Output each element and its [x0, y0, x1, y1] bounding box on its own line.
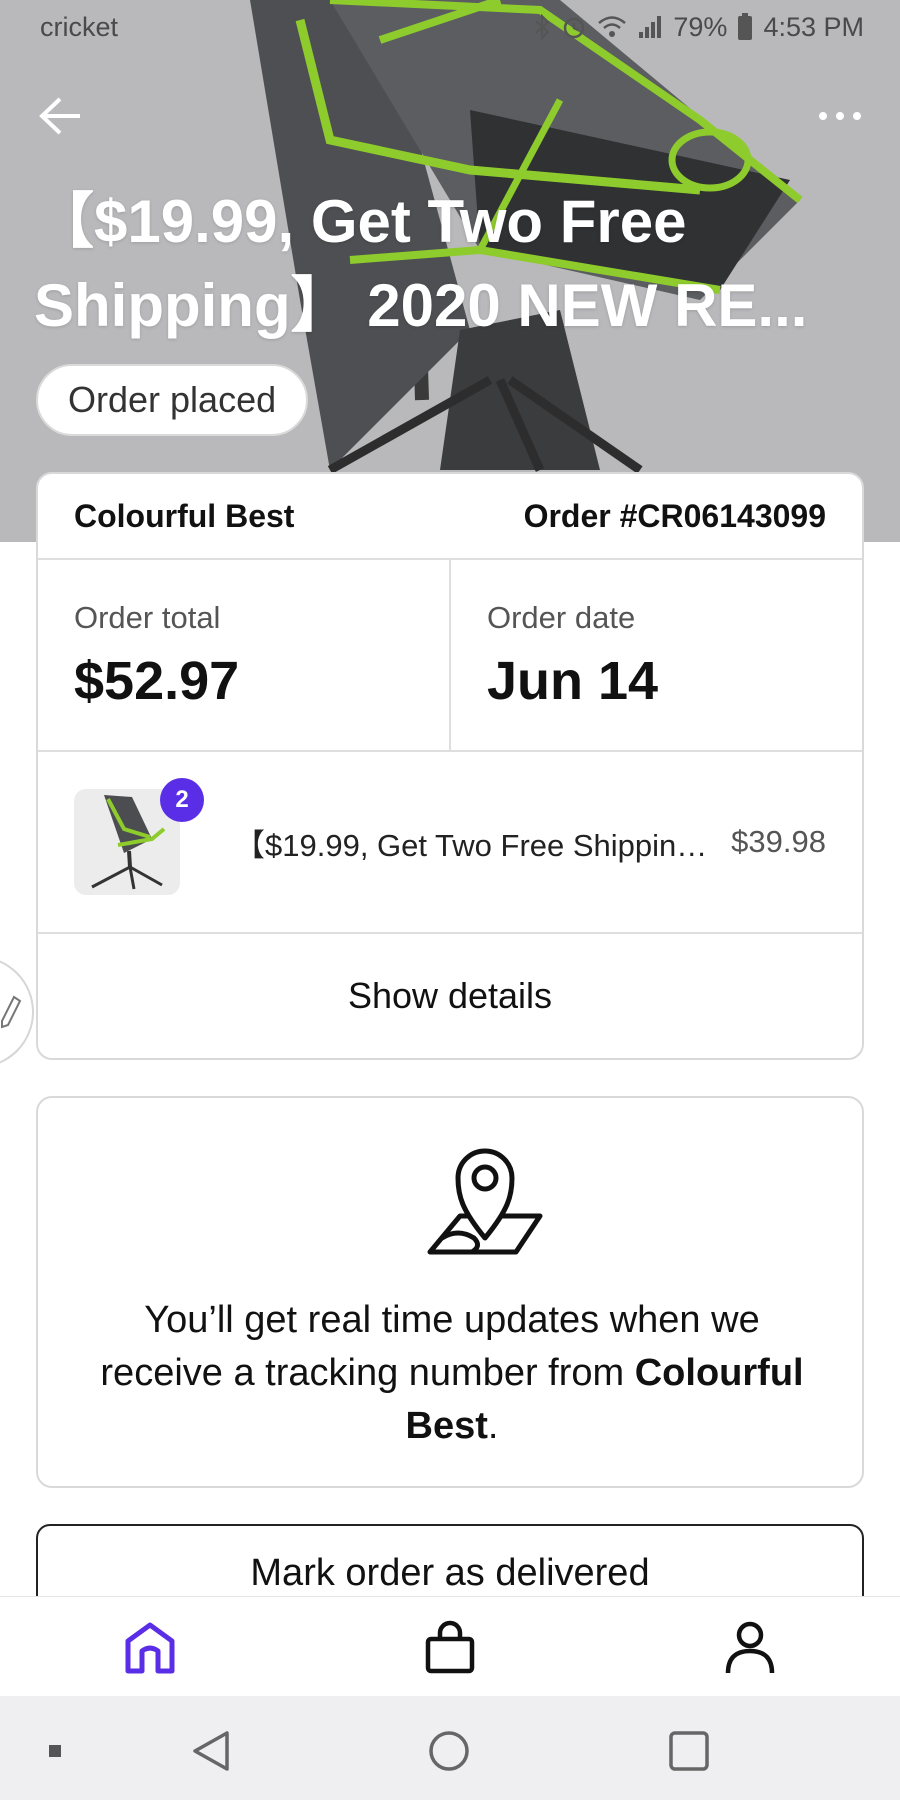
status-bar: cricket 79% 4:53 PM — [0, 0, 900, 54]
signal-icon — [639, 16, 662, 38]
bluetooth-icon — [535, 14, 550, 40]
triangle-back-icon — [193, 1731, 229, 1771]
tracking-message: You’ll get real time updates when we rec… — [78, 1294, 826, 1453]
order-total: Order total $52.97 — [38, 560, 449, 750]
nav-home[interactable] — [118, 1615, 182, 1679]
circle-home-icon — [429, 1731, 469, 1771]
more-options-button[interactable] — [810, 86, 870, 146]
order-status-badge: Order placed — [36, 364, 309, 436]
system-recents-button[interactable] — [664, 1726, 714, 1776]
order-total-label: Order total — [74, 600, 221, 635]
product-title-line-1: 【$19.99, Get Two Free — [34, 188, 687, 255]
battery-icon — [738, 13, 753, 40]
nav-profile[interactable] — [718, 1615, 782, 1679]
battery-percent: 79% — [673, 11, 728, 42]
home-icon — [125, 1622, 175, 1674]
alarm-icon — [564, 17, 585, 39]
tracking-message-end: . — [487, 1405, 499, 1447]
order-total-value: $52.97 — [74, 651, 240, 711]
square-dot-icon — [49, 1745, 61, 1757]
map-pin-icon — [427, 1148, 543, 1255]
tracking-info-card: You’ll get real time updates when we rec… — [36, 1096, 864, 1488]
order-line-item[interactable]: 2 【$19.99, Get Two Free Shipping】 2020 N… — [38, 752, 862, 934]
system-navigation-bar — [0, 1696, 900, 1800]
bag-icon — [425, 1620, 475, 1674]
store-name: Colourful Best — [74, 497, 295, 534]
clock: 4:53 PM — [763, 11, 864, 42]
order-date-value: Jun 14 — [487, 651, 659, 711]
order-date: Order date Jun 14 — [449, 560, 862, 750]
edge-panel-handle[interactable] — [0, 956, 34, 1068]
order-summary-card: Colourful Best Order #CR06143099 Order t… — [36, 472, 864, 1060]
product-title: 【$19.99, Get Two Free Shipping】 2020 NEW… — [34, 180, 874, 348]
top-app-bar — [0, 80, 900, 150]
item-name: 【$19.99, Get Two Free Shipping】 2020 NEW… — [234, 827, 724, 863]
pencil-icon — [1, 995, 22, 1029]
item-price: $39.98 — [731, 824, 826, 859]
status-indicators: 79% 4:53 PM — [533, 12, 864, 43]
system-back-button[interactable] — [186, 1726, 236, 1776]
system-dot-button[interactable] — [30, 1726, 80, 1776]
wifi-icon — [598, 16, 627, 37]
nav-orders[interactable] — [418, 1615, 482, 1679]
more-icon — [819, 112, 861, 120]
carrier-label: cricket — [40, 11, 119, 42]
system-home-button[interactable] — [424, 1726, 474, 1776]
hero-banner: cricket 79% 4:53 PM 【$19.99, Get Two Fre… — [0, 0, 900, 542]
order-number: Order #CR06143099 — [523, 497, 826, 534]
order-date-label: Order date — [487, 600, 636, 635]
profile-icon — [725, 1621, 775, 1674]
back-arrow-icon — [39, 97, 80, 135]
quantity-badge: 2 — [160, 778, 204, 822]
bottom-navigation — [0, 1596, 900, 1696]
back-button[interactable] — [30, 86, 90, 146]
order-header: Colourful Best Order #CR06143099 — [38, 474, 862, 560]
order-stats: Order total $52.97 Order date Jun 14 — [38, 560, 862, 752]
square-recents-icon — [669, 1731, 709, 1771]
product-title-line-2: Shipping】 2020 NEW RE... — [34, 272, 808, 339]
show-details-button[interactable]: Show details — [38, 934, 862, 1058]
